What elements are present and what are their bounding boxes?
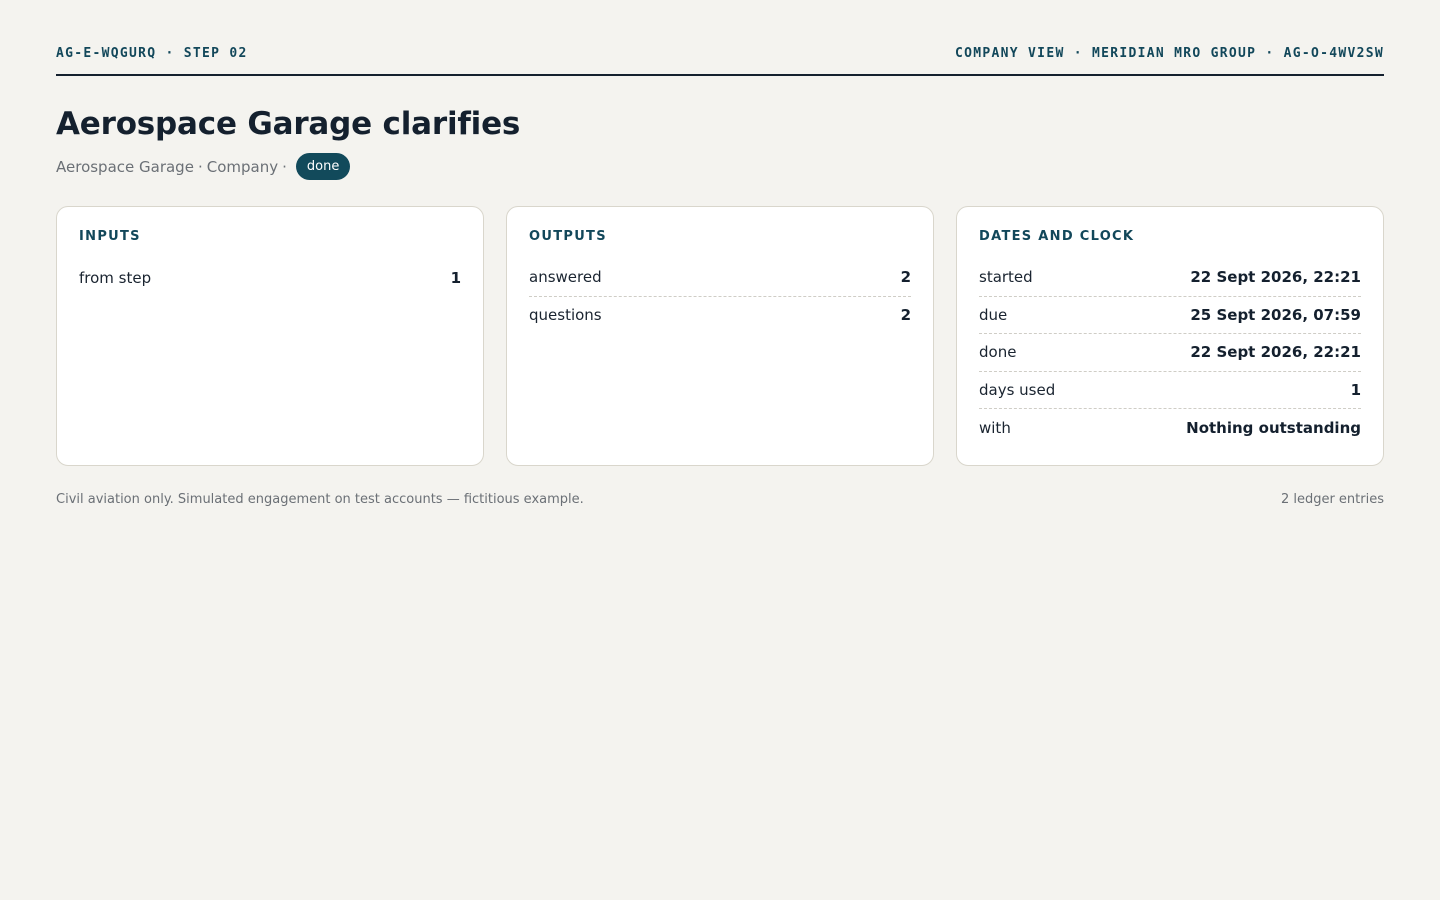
- dates-row: due 25 Sept 2026, 07:59: [979, 297, 1361, 334]
- separator: ·: [282, 157, 287, 176]
- inputs-heading: INPUTS: [79, 229, 141, 244]
- dates-row: done 22 Sept 2026, 22:21: [979, 334, 1361, 372]
- subtitle: Aerospace Garage · Company · done: [56, 153, 351, 180]
- row-value: 22 Sept 2026, 22:21: [1190, 343, 1361, 362]
- row-label: with: [979, 418, 1011, 437]
- party-role: Company: [206, 157, 279, 176]
- row-value: 2: [900, 268, 911, 287]
- dates-card: DATES AND CLOCK started 22 Sept 2026, 22…: [956, 206, 1384, 466]
- view-context: COMPANY VIEW · MERIDIAN MRO GROUP · AG-O…: [955, 46, 1384, 61]
- cards: INPUTS from step 1 OUTPUTS answered 2 qu…: [56, 206, 1384, 466]
- page-title: Aerospace Garage clarifies: [56, 106, 521, 142]
- ledger-entry-count: 2 ledger entries: [1280, 492, 1384, 507]
- row-value: 1: [450, 268, 461, 287]
- row-value: Nothing outstanding: [1186, 418, 1361, 437]
- dates-heading: DATES AND CLOCK: [979, 229, 1135, 244]
- separator: ·: [197, 157, 203, 176]
- inputs-row: from step 1: [79, 259, 461, 297]
- status-badge: done: [295, 153, 351, 180]
- disclaimer-note: Civil aviation only. Simulated engagemen…: [56, 492, 584, 507]
- row-label: questions: [529, 306, 602, 325]
- row-label: from step: [79, 268, 152, 287]
- dates-row: with Nothing outstanding: [979, 409, 1361, 447]
- row-label: due: [979, 305, 1008, 324]
- top-bar: AG-E-WQGURQ · STEP 02 COMPANY VIEW · MER…: [56, 0, 1384, 76]
- inputs-card: INPUTS from step 1: [56, 206, 484, 466]
- step-identifier: AG-E-WQGURQ · STEP 02: [56, 46, 248, 61]
- dates-row: started 22 Sept 2026, 22:21: [979, 259, 1361, 297]
- outputs-row: questions 2: [529, 297, 911, 335]
- outputs-heading: OUTPUTS: [529, 229, 607, 244]
- row-value: 22 Sept 2026, 22:21: [1190, 268, 1361, 287]
- row-value: 1: [1350, 380, 1361, 399]
- row-label: started: [979, 268, 1033, 287]
- party-name: Aerospace Garage: [56, 157, 194, 176]
- row-label: days used: [979, 380, 1056, 399]
- row-label: done: [979, 343, 1017, 362]
- outputs-card: OUTPUTS answered 2 questions 2: [506, 206, 934, 466]
- outputs-row: answered 2: [529, 259, 911, 297]
- page: AG-E-WQGURQ · STEP 02 COMPANY VIEW · MER…: [56, 0, 1384, 507]
- dates-row: days used 1: [979, 372, 1361, 409]
- row-value: 2: [900, 306, 911, 325]
- row-value: 25 Sept 2026, 07:59: [1190, 305, 1361, 324]
- row-label: answered: [529, 268, 602, 287]
